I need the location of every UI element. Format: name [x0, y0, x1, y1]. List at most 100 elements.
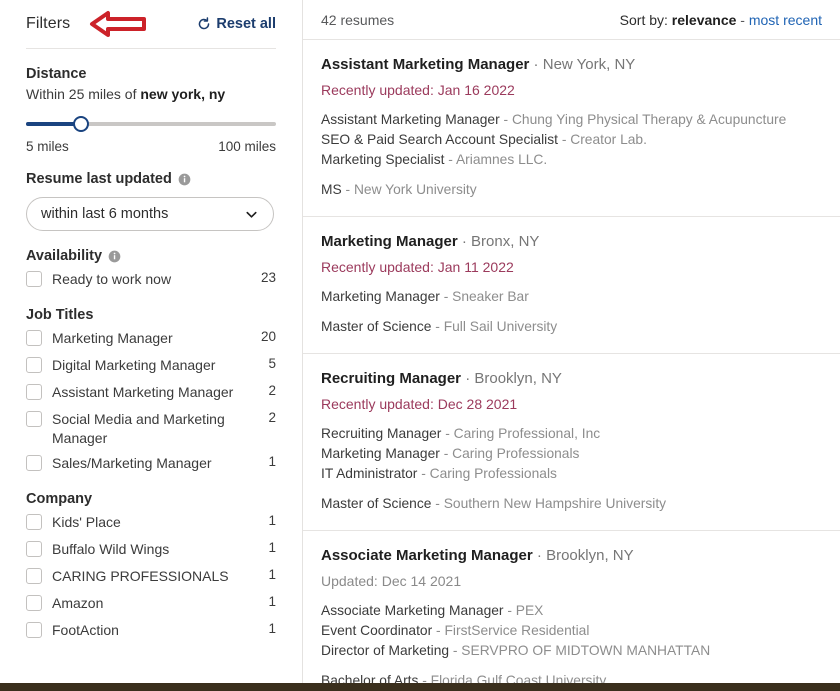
- list-item-label: Assistant Marketing Manager: [52, 381, 262, 402]
- experience-role: Director of Marketing: [321, 643, 449, 658]
- resume-card[interactable]: Recruiting Manager · Brooklyn, NY Recent…: [303, 354, 840, 531]
- experience-role: SEO & Paid Search Account Specialist: [321, 132, 558, 147]
- list-item[interactable]: Kids' Place 1: [26, 511, 276, 534]
- experience-employer: - Sneaker Bar: [440, 289, 529, 304]
- resume-experience-line: SEO & Paid Search Account Specialist - C…: [321, 130, 822, 150]
- resume-location-separator: ·: [458, 233, 471, 250]
- list-item-label: CARING PROFESSIONALS: [52, 565, 262, 586]
- list-item-label: Kids' Place: [52, 511, 262, 532]
- availability-heading: Availability: [26, 248, 276, 264]
- resume-experience-line: Recruiting Manager - Caring Professional…: [321, 424, 822, 444]
- list-item-count: 2: [268, 408, 276, 425]
- list-item[interactable]: Social Media and Marketing Manager 2: [26, 408, 276, 448]
- resume-education-line: Master of Science - Full Sail University: [321, 317, 822, 337]
- experience-role: Marketing Manager: [321, 289, 440, 304]
- checkbox[interactable]: [26, 514, 42, 530]
- resume-search-page: Filters Reset all Distance: [0, 0, 840, 691]
- list-item[interactable]: Sales/Marketing Manager 1: [26, 452, 276, 475]
- reset-arrow-icon: [197, 17, 211, 31]
- list-item[interactable]: Buffalo Wild Wings 1: [26, 538, 276, 561]
- experience-role: IT Administrator: [321, 466, 417, 481]
- availability-list: Ready to work now 23: [26, 268, 276, 291]
- list-item-label: Amazon: [52, 592, 262, 613]
- distance-heading-label: Distance: [26, 66, 86, 82]
- checkbox[interactable]: [26, 541, 42, 557]
- experience-employer: - Caring Professional, Inc: [441, 426, 600, 441]
- experience-role: Event Coordinator: [321, 623, 432, 638]
- education-school: - New York University: [342, 182, 477, 197]
- resume-experience-line: Director of Marketing - SERVPRO OF MIDTO…: [321, 641, 822, 661]
- resume-experience-line: Marketing Manager - Caring Professionals: [321, 444, 822, 464]
- checkbox[interactable]: [26, 357, 42, 373]
- list-item-count: 1: [268, 511, 276, 528]
- checkbox[interactable]: [26, 384, 42, 400]
- job-titles-list: Marketing Manager 20 Digital Marketing M…: [26, 327, 276, 475]
- checkbox[interactable]: [26, 271, 42, 287]
- resume-location-separator: ·: [461, 370, 474, 387]
- education-school: - Full Sail University: [431, 319, 557, 334]
- slider-min-label: 5 miles: [26, 139, 69, 154]
- resume-card[interactable]: Assistant Marketing Manager · New York, …: [303, 40, 840, 217]
- resume-experience-line: Associate Marketing Manager - PEX: [321, 601, 822, 621]
- resume-title-text: Marketing Manager: [321, 233, 458, 250]
- experience-role: Associate Marketing Manager: [321, 603, 504, 618]
- experience-employer: - FirstService Residential: [432, 623, 589, 638]
- resume-experience-line: Event Coordinator - FirstService Residen…: [321, 621, 822, 641]
- resume-experience-line: Assistant Marketing Manager - Chung Ying…: [321, 110, 822, 130]
- results-panel: 42 resumes Sort by: relevance - most rec…: [303, 0, 840, 691]
- job-titles-heading: Job Titles: [26, 307, 276, 323]
- reset-all-button[interactable]: Reset all: [197, 16, 276, 32]
- resume-card[interactable]: Marketing Manager · Bronx, NY Recently u…: [303, 217, 840, 354]
- education-degree: MS: [321, 182, 342, 197]
- checkbox[interactable]: [26, 330, 42, 346]
- resume-education-line: MS - New York University: [321, 180, 822, 200]
- resume-title-text: Recruiting Manager: [321, 370, 461, 387]
- sort-active-option[interactable]: relevance: [672, 12, 737, 28]
- info-icon[interactable]: [108, 250, 121, 263]
- list-item[interactable]: FootAction 1: [26, 619, 276, 642]
- list-item[interactable]: Marketing Manager 20: [26, 327, 276, 350]
- info-icon[interactable]: [178, 173, 191, 186]
- results-header: 42 resumes Sort by: relevance - most rec…: [303, 0, 840, 40]
- list-item-count: 1: [268, 592, 276, 609]
- experience-role: Marketing Manager: [321, 446, 440, 461]
- resume-last-updated-heading: Resume last updated: [26, 171, 276, 187]
- checkbox[interactable]: [26, 595, 42, 611]
- chevron-down-icon: [244, 207, 259, 222]
- list-item[interactable]: CARING PROFESSIONALS 1: [26, 565, 276, 588]
- resume-experience-line: Marketing Manager - Sneaker Bar: [321, 287, 822, 307]
- resume-location-separator: ·: [529, 56, 542, 73]
- list-item-label: Ready to work now: [52, 268, 255, 289]
- checkbox[interactable]: [26, 568, 42, 584]
- checkbox[interactable]: [26, 622, 42, 638]
- resume-count: 42 resumes: [321, 12, 394, 28]
- resume-updated-status: Recently updated: Dec 28 2021: [321, 396, 822, 412]
- list-item-count: 1: [268, 538, 276, 555]
- list-item[interactable]: Digital Marketing Manager 5: [26, 354, 276, 377]
- resume-last-updated-select[interactable]: within last 6 months: [26, 197, 274, 231]
- slider-thumb[interactable]: [73, 116, 89, 132]
- resume-location: Bronx, NY: [471, 233, 539, 250]
- resume-updated-status: Recently updated: Jan 11 2022: [321, 259, 822, 275]
- checkbox[interactable]: [26, 411, 42, 427]
- resume-location: Brooklyn, NY: [546, 547, 634, 564]
- sort-most-recent-link[interactable]: most recent: [749, 12, 822, 28]
- checkbox[interactable]: [26, 455, 42, 471]
- list-item-count: 1: [268, 619, 276, 636]
- distance-heading: Distance: [26, 66, 276, 82]
- list-item-label: Marketing Manager: [52, 327, 255, 348]
- bottom-edge-bar: [0, 683, 840, 691]
- list-item[interactable]: Amazon 1: [26, 592, 276, 615]
- list-item-count: 23: [261, 268, 276, 285]
- resume-last-updated-label: Resume last updated: [26, 171, 172, 187]
- resume-card-title: Marketing Manager · Bronx, NY: [321, 233, 822, 250]
- experience-role: Recruiting Manager: [321, 426, 441, 441]
- resume-card[interactable]: Associate Marketing Manager · Brooklyn, …: [303, 531, 840, 691]
- list-item[interactable]: Ready to work now 23: [26, 268, 276, 291]
- resume-updated-status: Updated: Dec 14 2021: [321, 573, 822, 589]
- distance-slider[interactable]: [26, 116, 276, 132]
- resume-title-text: Assistant Marketing Manager: [321, 56, 529, 73]
- list-item[interactable]: Assistant Marketing Manager 2: [26, 381, 276, 404]
- company-list: Kids' Place 1 Buffalo Wild Wings 1 CARIN…: [26, 511, 276, 642]
- list-item-label: Sales/Marketing Manager: [52, 452, 262, 473]
